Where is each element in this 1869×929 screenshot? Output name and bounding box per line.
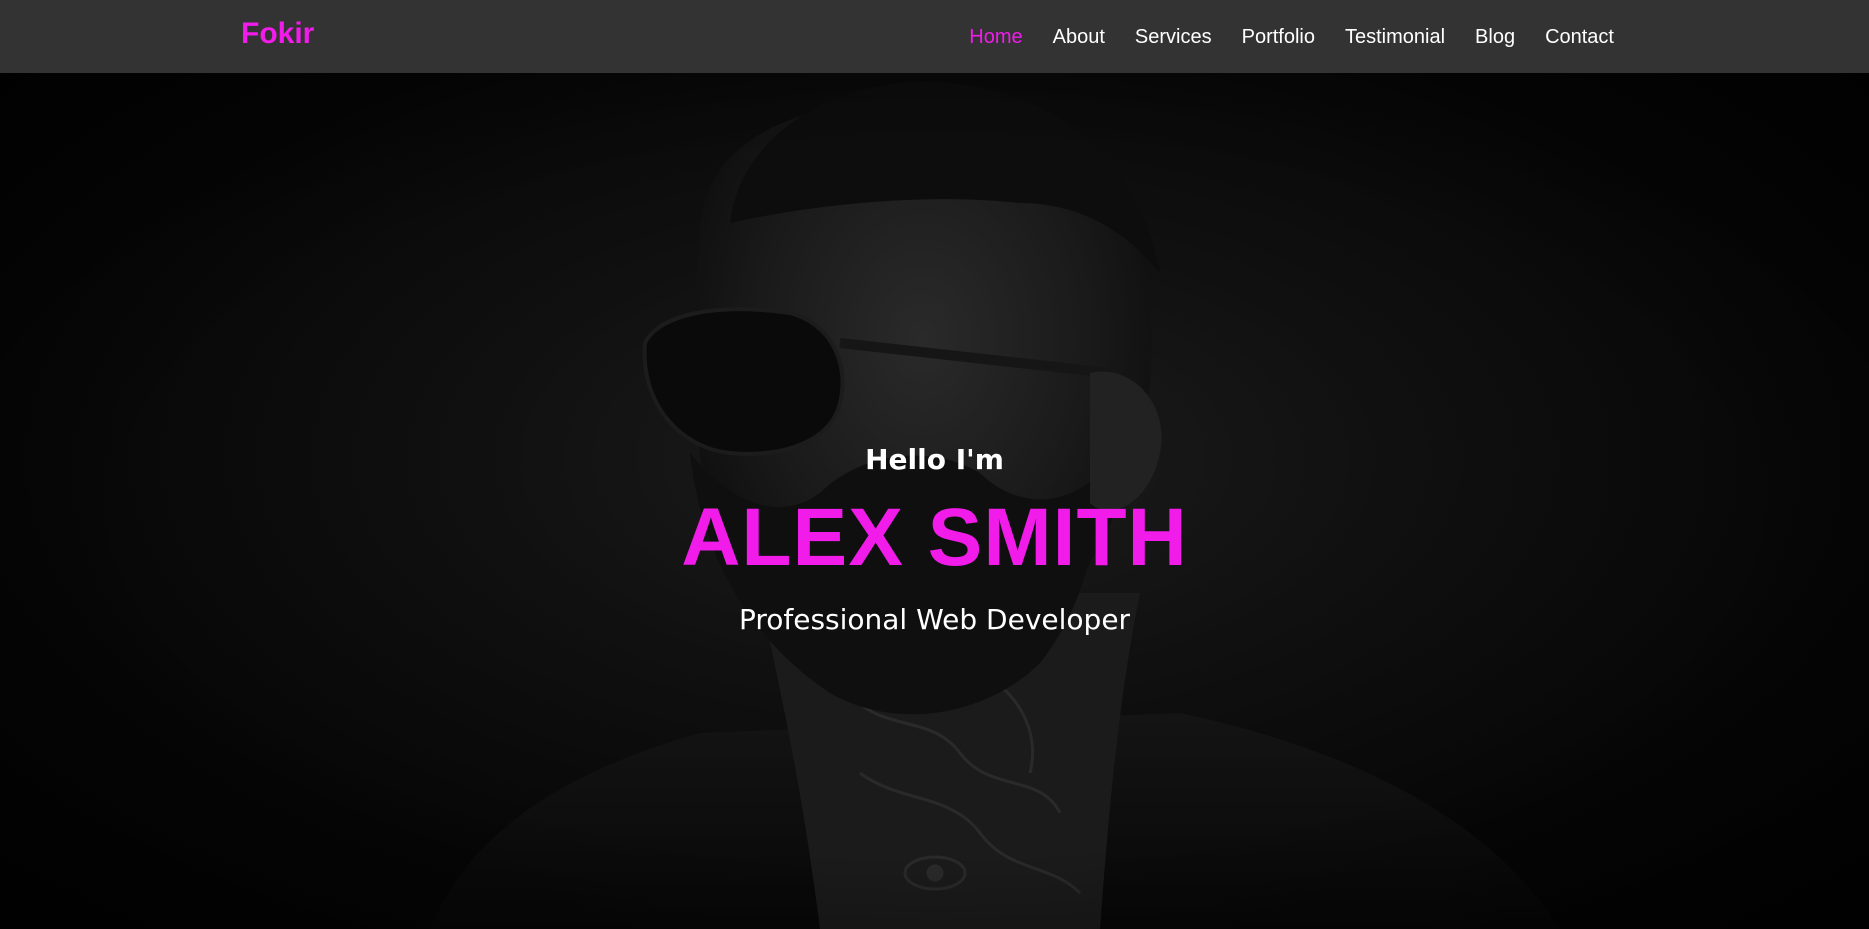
- nav-menu: Home About Services Portfolio Testimonia…: [939, 0, 1614, 73]
- nav-link-home[interactable]: Home: [969, 26, 1022, 48]
- nav-link-portfolio[interactable]: Portfolio: [1242, 26, 1315, 48]
- nav-item-testimonial: Testimonial: [1345, 25, 1445, 49]
- nav-item-portfolio: Portfolio: [1242, 25, 1315, 49]
- hero-section: Hello I'm ALEX SMITH Professional Web De…: [0, 73, 1869, 929]
- nav-link-blog[interactable]: Blog: [1475, 26, 1515, 48]
- nav-item-about: About: [1053, 25, 1105, 49]
- hero-greeting: Hello I'm: [865, 443, 1004, 476]
- navbar: Fokir Home About Services Portfolio Test…: [0, 0, 1869, 73]
- nav-link-testimonial[interactable]: Testimonial: [1345, 26, 1445, 48]
- nav-link-services[interactable]: Services: [1135, 26, 1212, 48]
- nav-item-blog: Blog: [1475, 25, 1515, 49]
- nav-item-home: Home: [969, 25, 1022, 49]
- hero-content: Hello I'm ALEX SMITH Professional Web De…: [0, 73, 1869, 929]
- nav-link-contact[interactable]: Contact: [1545, 26, 1614, 48]
- hero-role: Professional Web Developer: [738, 603, 1131, 636]
- nav-item-services: Services: [1135, 25, 1212, 49]
- hero-name: ALEX SMITH: [681, 492, 1188, 583]
- nav-link-about[interactable]: About: [1053, 26, 1105, 48]
- nav-item-contact: Contact: [1545, 25, 1614, 49]
- brand-logo[interactable]: Fokir: [241, 16, 314, 52]
- page: Fokir Home About Services Portfolio Test…: [0, 0, 1869, 929]
